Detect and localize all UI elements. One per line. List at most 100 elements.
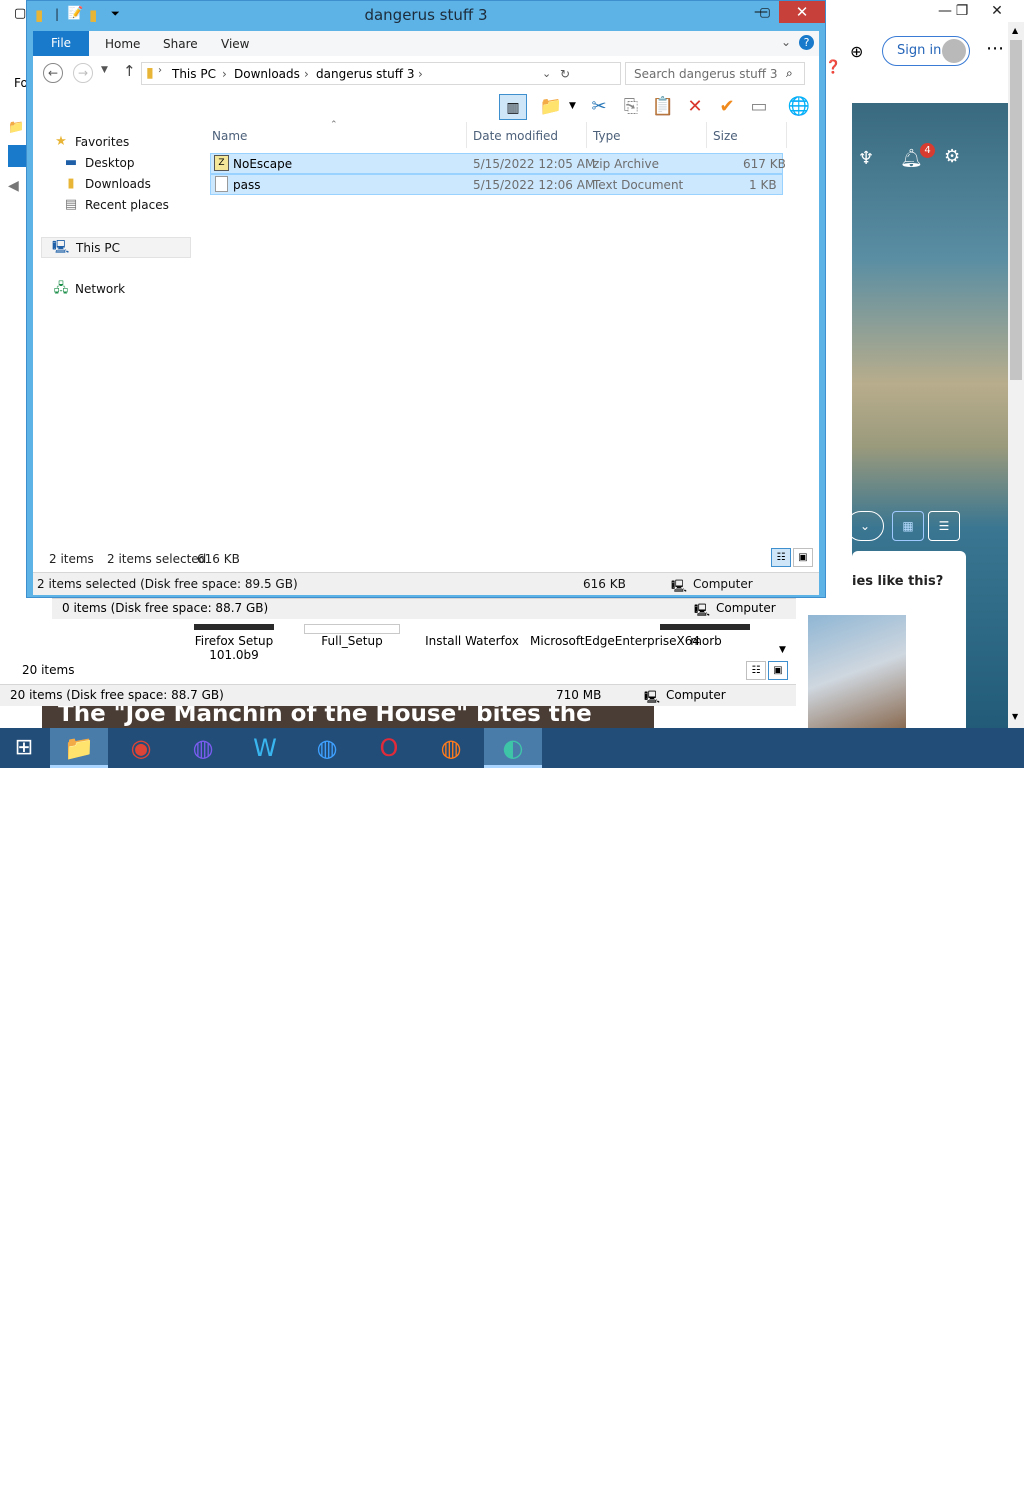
back-arrow-icon[interactable]: ←: [43, 63, 63, 83]
paste-icon[interactable]: 📋: [649, 94, 677, 120]
chevron-down-button[interactable]: ⌄: [846, 511, 884, 541]
preview-pane-icon[interactable]: ▥: [499, 94, 527, 120]
breadcrumb-downloads[interactable]: Downloads: [234, 67, 300, 81]
edge-scrollbar-thumb[interactable]: [1010, 40, 1022, 380]
column-divider[interactable]: [786, 122, 787, 148]
network-tray-icon[interactable]: 🖧: [896, 1469, 912, 1493]
nav-item-this-pc[interactable]: 🖳 This PC: [41, 237, 191, 258]
avatar: [942, 39, 966, 63]
chevron-down-icon[interactable]: ▼: [569, 101, 576, 111]
column-divider[interactable]: [706, 122, 707, 148]
volume-muted-icon[interactable]: 🔇︎: [920, 1469, 929, 1485]
ribbon-tabs: File Home Share View ⌄ ?: [33, 31, 819, 56]
list-item[interactable]: Install Waterfox: [424, 634, 520, 648]
file-size: 617 KB: [743, 157, 786, 171]
breadcrumb-separator[interactable]: ›: [418, 67, 423, 81]
list-item[interactable]: Full_Setup: [304, 634, 400, 648]
column-header-size[interactable]: Size: [713, 129, 738, 143]
nav-item-downloads[interactable]: ▮ Downloads: [33, 174, 203, 195]
table-row[interactable]: Z NoEscape 5/15/2022 12:05 AM zip Archiv…: [210, 153, 786, 174]
tab-file[interactable]: File: [33, 31, 89, 56]
up-arrow-icon[interactable]: ↑: [123, 62, 136, 80]
close-button[interactable]: ✕: [779, 1, 825, 23]
help-icon[interactable]: ❓: [825, 60, 841, 75]
breadcrumb-separator[interactable]: ›: [222, 67, 227, 81]
tab-actions-icon[interactable]: ▢: [14, 6, 26, 21]
recent-locations-chevron-icon[interactable]: ▼: [101, 65, 108, 75]
nav-item-recent-places[interactable]: ▤ Recent places: [33, 195, 203, 216]
collections-icon[interactable]: ⊕: [850, 42, 863, 61]
scroll-down-icon[interactable]: ▼: [779, 645, 786, 655]
grid-view-button[interactable]: ▦: [892, 511, 924, 541]
copy-icon[interactable]: ⎘: [617, 94, 645, 120]
tab-share[interactable]: Share: [163, 37, 198, 51]
list-item[interactable]: Firefox Setup 101.0b9: [186, 634, 282, 662]
start-button[interactable]: ⊞: [0, 728, 48, 768]
notification-badge: 4: [920, 143, 935, 158]
breadcrumb-this-pc[interactable]: This PC: [172, 67, 216, 81]
refresh-icon[interactable]: ↻: [560, 67, 570, 81]
edge-close-button[interactable]: ✕: [980, 0, 1014, 22]
action-center-flag-icon[interactable]: ⚑: [872, 1469, 885, 1485]
search-input[interactable]: Search dangerus stuff 3 ⌕: [625, 62, 805, 85]
details-view-toggle[interactable]: ☷: [771, 548, 791, 567]
column-header-type[interactable]: Type: [593, 129, 621, 143]
firefox-developer-taskbar-icon[interactable]: ◍: [298, 728, 356, 768]
zip-archive-icon: Z: [214, 155, 229, 171]
column-header-date[interactable]: Date modified: [473, 129, 558, 143]
address-bar[interactable]: ▮ › This PC › Downloads › dangerus stuff…: [141, 62, 621, 85]
more-options-button[interactable]: ⋯: [986, 38, 1004, 59]
rewards-icon[interactable]: ♆: [858, 148, 874, 169]
breadcrumb-separator[interactable]: ›: [304, 67, 309, 81]
settings-gear-icon[interactable]: ⚙: [944, 146, 960, 167]
table-row[interactable]: pass 5/15/2022 12:06 AM Text Document 1 …: [210, 174, 783, 195]
edge-restore-button[interactable]: ❐: [945, 0, 979, 22]
file-explorer-taskbar-icon[interactable]: 📁: [50, 728, 108, 768]
secondary-status-location: Computer: [716, 601, 776, 615]
rename-icon[interactable]: ▭: [745, 94, 773, 120]
nav-item-desktop[interactable]: ▬ Desktop: [33, 153, 203, 174]
column-divider[interactable]: [586, 122, 587, 148]
breadcrumb-current-folder[interactable]: dangerus stuff 3: [316, 67, 414, 81]
firefox-taskbar-icon[interactable]: ◍: [422, 728, 480, 768]
move-to-folder-icon[interactable]: 📁: [537, 94, 565, 120]
status-location: Computer: [693, 577, 753, 591]
forward-arrow-icon[interactable]: →: [73, 63, 93, 83]
column-divider[interactable]: [466, 122, 467, 148]
large-icons-view-toggle[interactable]: ▣: [793, 548, 813, 567]
clock-time[interactable]: 1:25 PM: [956, 1461, 1004, 1475]
story-image[interactable]: [808, 615, 906, 728]
scroll-down-icon[interactable]: ▼: [1012, 712, 1018, 721]
tab-view[interactable]: View: [221, 37, 249, 51]
nav-item-favorites[interactable]: ★ Favorites: [33, 132, 203, 153]
search-icon[interactable]: ⌕: [786, 66, 793, 81]
scroll-up-icon[interactable]: ▲: [1012, 26, 1018, 35]
check-icon[interactable]: ✔: [713, 94, 741, 120]
help-icon[interactable]: ?: [799, 35, 814, 50]
window-titlebar[interactable]: ▮ | 📝 ▮ ⏷ dangerus stuff 3 — ▢ ✕: [27, 1, 825, 31]
chrome-taskbar-icon[interactable]: ◉: [112, 728, 170, 768]
list-item[interactable]: MicrosoftEdgeEnterpriseX64: [530, 634, 700, 648]
edge-taskbar-icon[interactable]: ◐: [484, 728, 542, 768]
firefox-nightly-taskbar-icon[interactable]: ◍: [174, 728, 232, 768]
list-view-button[interactable]: ☰: [928, 511, 960, 541]
chevron-right-icon[interactable]: ›: [158, 65, 162, 76]
details-view-toggle[interactable]: ☷: [746, 661, 766, 680]
back-arrow-icon[interactable]: ◀: [8, 178, 19, 194]
clock-date[interactable]: 5/20/2022: [952, 1479, 1014, 1493]
explorer-content: ★ Favorites ▬ Desktop ▮ Downloads ▤ Rece…: [33, 120, 819, 572]
column-header-name[interactable]: Name: [212, 129, 247, 143]
opera-taskbar-icon[interactable]: O: [360, 728, 418, 768]
address-dropdown-icon[interactable]: ⌄: [542, 67, 551, 80]
large-icons-view-toggle[interactable]: ▣: [768, 661, 788, 680]
waterfox-taskbar-icon[interactable]: W: [236, 728, 294, 768]
globe-icon[interactable]: 🌐: [785, 94, 813, 120]
tab-home[interactable]: Home: [105, 37, 140, 51]
list-item[interactable]: morb: [658, 634, 754, 648]
delete-icon[interactable]: ✕: [681, 94, 709, 120]
nav-item-network[interactable]: 🖧 Network: [33, 279, 203, 300]
cut-icon[interactable]: ✂: [585, 94, 613, 120]
maximize-button[interactable]: ▢: [751, 1, 779, 23]
expand-ribbon-icon[interactable]: ⌄: [781, 35, 791, 49]
computer-icon: 🖳: [694, 603, 711, 617]
